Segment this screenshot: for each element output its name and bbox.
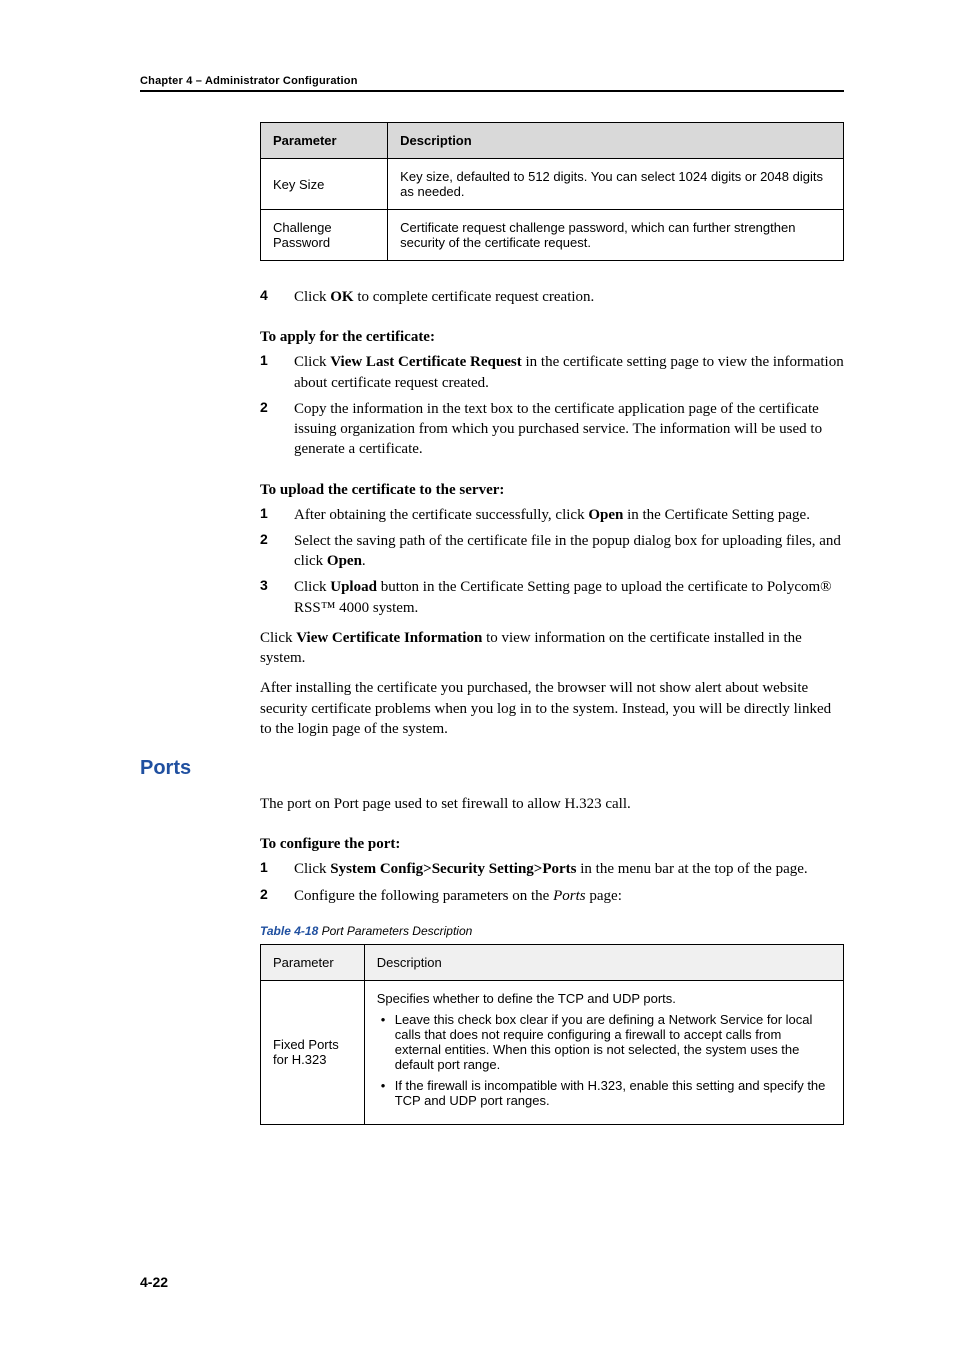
page-number: 4-22 [140, 1274, 168, 1290]
step-item: 1 Click System Config>Security Setting>P… [260, 859, 844, 879]
subheading-configure-port: To configure the port: [260, 836, 844, 853]
step-item: 3 Click Upload button in the Certificate… [260, 577, 844, 618]
step-number: 1 [260, 352, 294, 393]
table-header-parameter: Parameter [261, 944, 365, 980]
subheading-apply: To apply for the certificate: [260, 329, 844, 346]
step-text: Copy the information in the text box to … [294, 399, 844, 460]
cell-param: Key Size [261, 159, 388, 210]
step-text: Click Upload button in the Certificate S… [294, 577, 844, 618]
cell-desc: Certificate request challenge password, … [388, 210, 844, 261]
step-text: After obtaining the certificate successf… [294, 505, 844, 525]
table-row: Challenge Password Certificate request c… [261, 210, 844, 261]
cell-desc: Key size, defaulted to 512 digits. You c… [388, 159, 844, 210]
body-paragraph: Click View Certificate Information to vi… [260, 628, 844, 669]
table-header-description: Description [364, 944, 843, 980]
table-row: Key Size Key size, defaulted to 512 digi… [261, 159, 844, 210]
step-number: 2 [260, 531, 294, 572]
table-caption-text: Port Parameters Description [318, 924, 472, 938]
chapter-header: Chapter 4 – Administrator Configuration [140, 75, 844, 87]
list-item: If the firewall is incompatible with H.3… [395, 1078, 831, 1108]
step-text: Click System Config>Security Setting>Por… [294, 859, 844, 879]
step-text: Configure the following parameters on th… [294, 886, 844, 906]
cell-desc-intro: Specifies whether to define the TCP and … [377, 991, 831, 1006]
step-number: 1 [260, 505, 294, 525]
subheading-upload: To upload the certificate to the server: [260, 482, 844, 499]
step-item: 4 Click OK to complete certificate reque… [260, 287, 844, 307]
step-number: 4 [260, 287, 294, 307]
cell-param: Challenge Password [261, 210, 388, 261]
list-item: Leave this check box clear if you are de… [395, 1012, 831, 1072]
step-item: 2 Select the saving path of the certific… [260, 531, 844, 572]
cell-param: Fixed Ports for H.323 [261, 980, 365, 1124]
table-row: Fixed Ports for H.323 Specifies whether … [261, 980, 844, 1124]
step-item: 1 After obtaining the certificate succes… [260, 505, 844, 525]
body-paragraph: After installing the certificate you pur… [260, 678, 844, 739]
step-number: 2 [260, 886, 294, 906]
cell-desc-list: Leave this check box clear if you are de… [377, 1012, 831, 1108]
step-text: Click View Last Certificate Request in t… [294, 352, 844, 393]
body-paragraph: The port on Port page used to set firewa… [260, 794, 844, 814]
step-item: 2 Copy the information in the text box t… [260, 399, 844, 460]
cell-desc: Specifies whether to define the TCP and … [364, 980, 843, 1124]
step-text: Select the saving path of the certificat… [294, 531, 844, 572]
step-number: 1 [260, 859, 294, 879]
table-caption: Table 4-18 Port Parameters Description [260, 924, 844, 938]
table-caption-label: Table 4-18 [260, 924, 318, 938]
section-title-ports: Ports [140, 757, 844, 780]
step-number: 2 [260, 399, 294, 460]
cert-parameter-table: Parameter Description Key Size Key size,… [260, 122, 844, 261]
table-header-parameter: Parameter [261, 123, 388, 159]
step-text: Click OK to complete certificate request… [294, 287, 844, 307]
table-header-description: Description [388, 123, 844, 159]
step-item: 1 Click View Last Certificate Request in… [260, 352, 844, 393]
ports-parameter-table: Parameter Description Fixed Ports for H.… [260, 944, 844, 1125]
header-rule [140, 90, 844, 92]
step-item: 2 Configure the following parameters on … [260, 886, 844, 906]
step-number: 3 [260, 577, 294, 618]
